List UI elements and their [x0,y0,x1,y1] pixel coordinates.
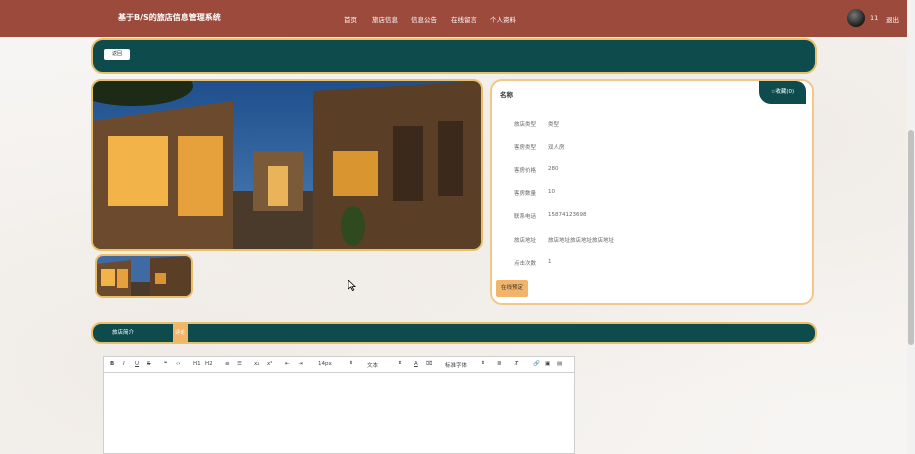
logout-link[interactable]: 退出 [886,14,899,24]
nav-home[interactable]: 首页 [344,14,357,24]
font-color-button[interactable]: A [414,361,418,367]
site-title: 基于B/S的旅店信息管理系统 [118,13,221,22]
avatar[interactable] [847,9,865,27]
hotel-thumbnail[interactable] [95,254,193,298]
scrollbar-thumb[interactable] [908,130,914,345]
clear-format-button[interactable]: T̸ [515,361,518,367]
hotel-info-card [490,79,814,305]
background-color-button[interactable]: ⌧ [426,361,432,367]
field-value: 1 [548,259,552,265]
page-scrollbar[interactable] [907,0,915,454]
field-value: 10 [548,189,555,195]
chevron-updown-icon: ⬍ [481,361,485,366]
subscript-button[interactable]: x₂ [254,361,259,367]
bullet-list-button[interactable]: ☰ [237,361,242,367]
field-value: 双人房 [548,145,565,151]
code-button[interactable]: ‹› [176,361,180,367]
cursor-shape [347,279,357,292]
ordered-list-button[interactable]: ≡ [225,361,230,367]
username: 11 [870,14,879,22]
field-label: 旅店地址 [514,238,537,244]
tab-intro[interactable]: 旅店简介 [112,328,134,336]
tab-bar [91,322,817,344]
video-icon[interactable]: ▤ [557,361,562,367]
field-value: 15874123698 [548,212,587,218]
strike-button[interactable]: S [147,361,151,367]
chevron-updown-icon: ⬍ [398,361,402,366]
field-value: 280 [548,166,559,172]
field-label: 旅店类型 [514,122,537,128]
font-size-select[interactable]: 14px [318,361,332,367]
editor-toolbar [104,357,574,373]
field-value: 旅店地址旅店地址旅店地址 [548,238,615,244]
italic-button[interactable]: I [123,361,125,367]
hotel-photo [93,81,481,249]
field-label: 客房类型 [514,145,537,151]
hotel-name: 名称 [500,91,513,99]
tab-comments[interactable]: 评论 [173,324,188,342]
breadcrumb [91,38,817,74]
align-button[interactable]: ≣ [497,361,502,367]
nav-hotel-info[interactable]: 旅店信息 [372,14,398,24]
book-online-button[interactable]: 在线预定 [496,280,528,297]
nav-messages[interactable]: 在线留言 [451,14,477,24]
field-value: 类型 [548,122,560,128]
outdent-button[interactable]: ⇤ [285,361,290,367]
link-icon[interactable]: 🔗 [533,361,540,367]
heading-select[interactable]: 文本 [367,361,378,369]
nav-notices[interactable]: 信息公告 [411,14,437,24]
tab-comments-label: 评论 [175,330,186,336]
field-label: 客房数量 [514,191,537,197]
indent-button[interactable]: ⇥ [298,361,303,367]
nav-profile[interactable]: 个人资料 [490,14,516,24]
bold-button[interactable]: B [110,361,114,367]
heading1-button[interactable]: H1 [193,361,201,367]
favorite-label: 收藏(0) [775,89,795,95]
quote-button[interactable]: ❝ [164,361,167,367]
favorite-button[interactable]: ☆收藏(0) [759,81,806,104]
hotel-main-image [91,79,483,251]
chevron-updown-icon: ⬍ [349,361,353,366]
field-label: 联系电话 [514,214,537,220]
underline-button[interactable]: U [135,361,139,367]
image-icon[interactable]: ▣ [545,361,550,367]
thumbnail-photo [97,256,191,296]
superscript-button[interactable]: x² [267,361,272,367]
font-family-select[interactable]: 标准字体 [445,361,467,369]
field-label: 点击次数 [514,261,537,267]
field-label: 客房价格 [514,168,537,174]
heading2-button[interactable]: H2 [205,361,213,367]
back-button[interactable]: 返回 [104,49,130,60]
